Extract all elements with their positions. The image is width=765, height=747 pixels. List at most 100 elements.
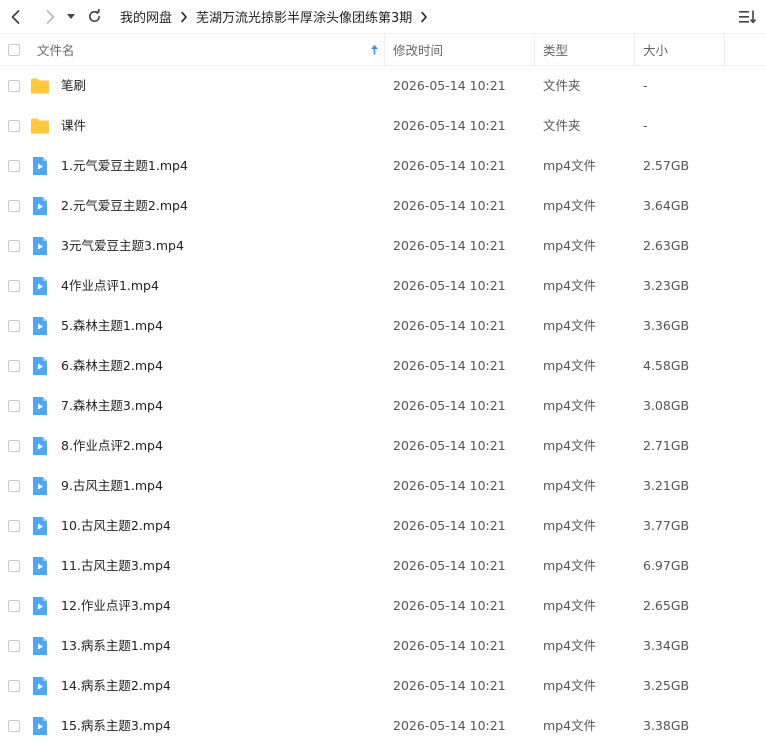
file-row[interactable]: 课件 2026-05-14 10:21 文件夹 - bbox=[0, 106, 765, 146]
row-checkbox[interactable] bbox=[8, 360, 20, 372]
file-name[interactable]: 5.森林主题1.mp4 bbox=[61, 306, 163, 346]
file-name[interactable]: 11.古风主题3.mp4 bbox=[61, 546, 171, 586]
file-name[interactable]: 7.森林主题3.mp4 bbox=[61, 386, 163, 426]
file-name[interactable]: 6.森林主题2.mp4 bbox=[61, 346, 163, 386]
refresh-button[interactable] bbox=[82, 5, 106, 29]
row-checkbox[interactable] bbox=[8, 80, 20, 92]
file-row[interactable]: 10.古风主题2.mp4 2026-05-14 10:21 mp4文件 3.77… bbox=[0, 506, 765, 546]
row-checkbox[interactable] bbox=[8, 120, 20, 132]
back-button[interactable] bbox=[4, 5, 28, 29]
column-divider[interactable] bbox=[534, 34, 535, 65]
file-modified-time: 2026-05-14 10:21 bbox=[393, 718, 506, 733]
file-name[interactable]: 10.古风主题2.mp4 bbox=[61, 506, 171, 546]
file-row[interactable]: 15.病系主题3.mp4 2026-05-14 10:21 mp4文件 3.38… bbox=[0, 706, 765, 746]
file-size: - bbox=[643, 118, 648, 133]
file-size: 6.97GB bbox=[643, 558, 690, 573]
file-name[interactable]: 14.病系主题2.mp4 bbox=[61, 666, 171, 706]
file-name[interactable]: 15.病系主题3.mp4 bbox=[61, 706, 171, 746]
column-divider[interactable] bbox=[384, 34, 385, 65]
row-checkbox[interactable] bbox=[8, 400, 20, 412]
file-size: 2.63GB bbox=[643, 238, 690, 253]
file-modified-time: 2026-05-14 10:21 bbox=[393, 558, 506, 573]
file-size: 4.58GB bbox=[643, 358, 690, 373]
file-size: 2.71GB bbox=[643, 438, 690, 453]
chevron-right-icon bbox=[46, 9, 55, 24]
file-row[interactable]: 7.森林主题3.mp4 2026-05-14 10:21 mp4文件 3.08G… bbox=[0, 386, 765, 426]
file-modified-time: 2026-05-14 10:21 bbox=[393, 398, 506, 413]
breadcrumb-current-folder[interactable]: 芜湖万流光掠影半厚涂头像团练第3期 bbox=[196, 7, 412, 26]
file-modified-time: 2026-05-14 10:21 bbox=[393, 518, 506, 533]
file-type: mp4文件 bbox=[543, 158, 597, 173]
file-row[interactable]: 5.森林主题1.mp4 2026-05-14 10:21 mp4文件 3.36G… bbox=[0, 306, 765, 346]
file-row[interactable]: 3元气爱豆主题3.mp4 2026-05-14 10:21 mp4文件 2.63… bbox=[0, 226, 765, 266]
row-checkbox[interactable] bbox=[8, 520, 20, 532]
column-divider[interactable] bbox=[634, 34, 635, 65]
sort-menu-button[interactable] bbox=[737, 6, 759, 28]
row-checkbox[interactable] bbox=[8, 680, 20, 692]
file-name[interactable]: 12.作业点评3.mp4 bbox=[61, 586, 171, 626]
file-type: mp4文件 bbox=[543, 438, 597, 453]
video-file-icon bbox=[30, 196, 50, 216]
file-name[interactable]: 笔刷 bbox=[61, 66, 86, 106]
file-modified-time: 2026-05-14 10:21 bbox=[393, 158, 506, 173]
file-modified-time: 2026-05-14 10:21 bbox=[393, 638, 506, 653]
column-header-type[interactable]: 类型 bbox=[543, 34, 568, 65]
file-name[interactable]: 3元气爱豆主题3.mp4 bbox=[61, 226, 184, 266]
file-row[interactable]: 9.古风主题1.mp4 2026-05-14 10:21 mp4文件 3.21G… bbox=[0, 466, 765, 506]
file-size: 3.08GB bbox=[643, 398, 690, 413]
file-name[interactable]: 2.元气爱豆主题2.mp4 bbox=[61, 186, 188, 226]
column-header-modified[interactable]: 修改时间 bbox=[393, 34, 443, 65]
file-name[interactable]: 9.古风主题1.mp4 bbox=[61, 466, 163, 506]
file-modified-time: 2026-05-14 10:21 bbox=[393, 118, 506, 133]
file-type: mp4文件 bbox=[543, 478, 597, 493]
forward-button[interactable] bbox=[38, 5, 62, 29]
file-list-header: 文件名 修改时间 类型 大小 bbox=[0, 34, 765, 66]
file-row[interactable]: 笔刷 2026-05-14 10:21 文件夹 - bbox=[0, 66, 765, 106]
column-header-size[interactable]: 大小 bbox=[643, 34, 668, 65]
row-checkbox[interactable] bbox=[8, 640, 20, 652]
file-modified-time: 2026-05-14 10:21 bbox=[393, 238, 506, 253]
row-checkbox[interactable] bbox=[8, 280, 20, 292]
video-file-icon bbox=[30, 556, 50, 576]
row-checkbox[interactable] bbox=[8, 560, 20, 572]
row-checkbox[interactable] bbox=[8, 720, 20, 732]
video-file-icon bbox=[30, 596, 50, 616]
file-row[interactable]: 8.作业点评2.mp4 2026-05-14 10:21 mp4文件 2.71G… bbox=[0, 426, 765, 466]
file-name[interactable]: 1.元气爱豆主题1.mp4 bbox=[61, 146, 188, 186]
column-header-name[interactable]: 文件名 bbox=[37, 34, 75, 65]
video-file-icon bbox=[30, 716, 50, 736]
file-name[interactable]: 13.病系主题1.mp4 bbox=[61, 626, 171, 666]
file-row[interactable]: 13.病系主题1.mp4 2026-05-14 10:21 mp4文件 3.34… bbox=[0, 626, 765, 666]
file-row[interactable]: 14.病系主题2.mp4 2026-05-14 10:21 mp4文件 3.25… bbox=[0, 666, 765, 706]
file-row[interactable]: 2.元气爱豆主题2.mp4 2026-05-14 10:21 mp4文件 3.6… bbox=[0, 186, 765, 226]
file-row[interactable]: 6.森林主题2.mp4 2026-05-14 10:21 mp4文件 4.58G… bbox=[0, 346, 765, 386]
video-file-icon bbox=[30, 396, 50, 416]
navigation-bar: 我的网盘 芜湖万流光掠影半厚涂头像团练第3期 bbox=[0, 0, 765, 34]
column-divider[interactable] bbox=[724, 34, 725, 65]
row-checkbox[interactable] bbox=[8, 200, 20, 212]
history-dropdown-button[interactable] bbox=[64, 5, 78, 29]
breadcrumb-separator-icon bbox=[180, 11, 188, 23]
row-checkbox[interactable] bbox=[8, 440, 20, 452]
caret-down-icon bbox=[67, 13, 75, 19]
row-checkbox[interactable] bbox=[8, 240, 20, 252]
breadcrumb-root[interactable]: 我的网盘 bbox=[120, 7, 172, 26]
sort-ascending-arrow-icon[interactable] bbox=[370, 44, 379, 55]
file-size: 3.23GB bbox=[643, 278, 690, 293]
row-checkbox[interactable] bbox=[8, 320, 20, 332]
file-row[interactable]: 4作业点评1.mp4 2026-05-14 10:21 mp4文件 3.23GB bbox=[0, 266, 765, 306]
file-modified-time: 2026-05-14 10:21 bbox=[393, 358, 506, 373]
file-row[interactable]: 1.元气爱豆主题1.mp4 2026-05-14 10:21 mp4文件 2.5… bbox=[0, 146, 765, 186]
file-name[interactable]: 4作业点评1.mp4 bbox=[61, 266, 159, 306]
folder-icon bbox=[30, 116, 50, 136]
row-checkbox[interactable] bbox=[8, 600, 20, 612]
row-checkbox[interactable] bbox=[8, 160, 20, 172]
file-name[interactable]: 课件 bbox=[61, 106, 86, 146]
file-row[interactable]: 12.作业点评3.mp4 2026-05-14 10:21 mp4文件 2.65… bbox=[0, 586, 765, 626]
select-all-checkbox[interactable] bbox=[8, 44, 20, 56]
file-name[interactable]: 8.作业点评2.mp4 bbox=[61, 426, 163, 466]
video-file-icon bbox=[30, 276, 50, 296]
file-modified-time: 2026-05-14 10:21 bbox=[393, 78, 506, 93]
row-checkbox[interactable] bbox=[8, 480, 20, 492]
file-row[interactable]: 11.古风主题3.mp4 2026-05-14 10:21 mp4文件 6.97… bbox=[0, 546, 765, 586]
